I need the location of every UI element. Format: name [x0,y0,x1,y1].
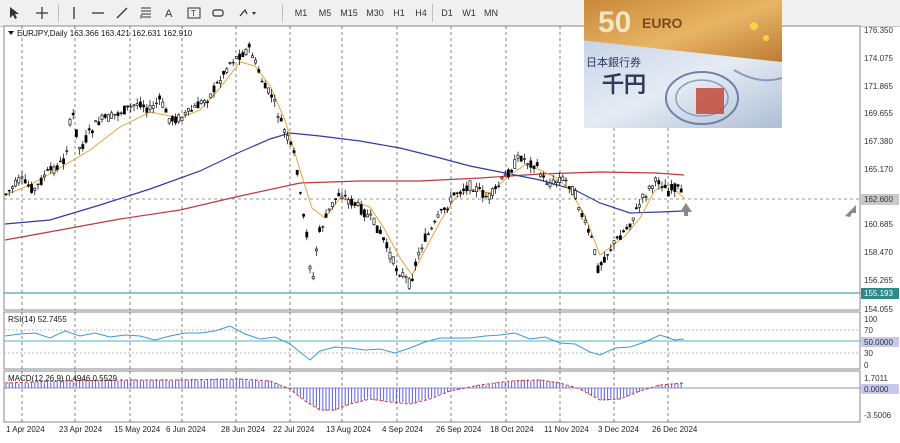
svg-text:165.170: 165.170 [864,165,893,174]
svg-text:日本銀行券: 日本銀行券 [586,55,641,69]
svg-text:0.0000: 0.0000 [864,385,889,394]
svg-text:156.265: 156.265 [864,276,893,285]
svg-text:15 May 2024: 15 May 2024 [114,425,161,434]
seal-stamp [696,88,724,114]
date-axis: 1 Apr 2024 23 Apr 2024 15 May 2024 6 Jun… [6,425,698,434]
svg-text:3 Dec 2024: 3 Dec 2024 [598,425,639,434]
svg-text:171.865: 171.865 [864,82,893,91]
svg-text:23 Apr 2024: 23 Apr 2024 [59,425,103,434]
svg-text:154.055: 154.055 [864,305,893,314]
svg-text:13 Aug 2024: 13 Aug 2024 [326,425,371,434]
svg-text:0: 0 [864,361,869,370]
banknote-photo: 50 EURO 日本銀行券 千円 [584,0,782,128]
svg-text:100: 100 [864,315,878,324]
svg-text:30: 30 [864,349,873,358]
symbol-header: EURJPY,Daily 163.366 163.421 162.631 162… [17,29,193,38]
price-axis: 176.350 174.075 171.865 169.655 167.380 … [859,26,899,314]
svg-text:MACD(12,26,9) 0.4946 0.5529: MACD(12,26,9) 0.4946 0.5529 [8,374,118,383]
svg-text:70: 70 [864,326,873,335]
svg-text:50: 50 [598,6,631,39]
svg-text:1.7011: 1.7011 [864,374,888,383]
svg-text:EURO: EURO [642,15,683,31]
svg-text:26 Sep 2024: 26 Sep 2024 [436,425,482,434]
svg-text:-3.5006: -3.5006 [864,411,892,420]
svg-text:169.655: 169.655 [864,109,893,118]
svg-text:155.193: 155.193 [864,289,893,298]
svg-text:6 Jun 2024: 6 Jun 2024 [166,425,206,434]
svg-text:4 Sep 2024: 4 Sep 2024 [382,425,423,434]
svg-text:1 Apr 2024: 1 Apr 2024 [6,425,45,434]
svg-text:11 Nov 2024: 11 Nov 2024 [544,425,589,434]
svg-text:26 Dec 2024: 26 Dec 2024 [652,425,698,434]
svg-text:18 Oct 2024: 18 Oct 2024 [490,425,534,434]
svg-text:22 Jul 2024: 22 Jul 2024 [273,425,315,434]
svg-text:50.0000: 50.0000 [864,338,893,347]
svg-text:160.685: 160.685 [864,220,893,229]
svg-text:176.350: 176.350 [864,26,893,35]
svg-text:千円: 千円 [602,73,646,98]
svg-text:167.380: 167.380 [864,137,893,146]
svg-text:162.600: 162.600 [864,195,893,204]
svg-text:28 Jun 2024: 28 Jun 2024 [221,425,266,434]
svg-text:174.075: 174.075 [864,54,893,63]
svg-text:RSI(14) 52.7455: RSI(14) 52.7455 [8,315,67,324]
svg-text:158.470: 158.470 [864,248,893,257]
